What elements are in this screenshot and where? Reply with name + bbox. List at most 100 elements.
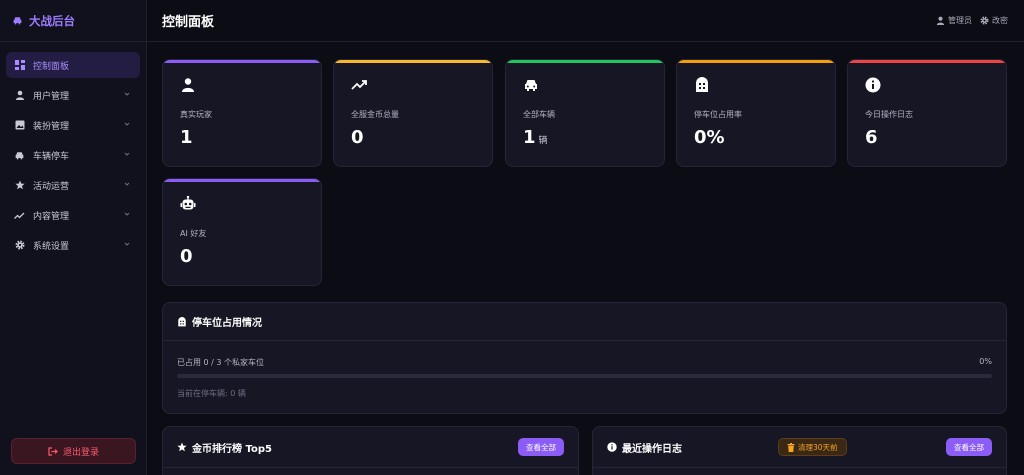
stat-number: 1 — [180, 127, 193, 148]
stat-card-parking: 停车位占用率 0% — [676, 59, 836, 167]
stat-number: 0 — [180, 246, 193, 267]
stat-number: 1 — [523, 127, 536, 148]
chevron-down-icon — [124, 182, 130, 186]
sidebar-item-events[interactable]: 活动运营 — [6, 172, 140, 198]
card-accent — [848, 60, 1006, 63]
user-icon — [182, 78, 194, 92]
chevron-down-icon — [124, 122, 130, 126]
stat-value: 6 — [865, 127, 878, 148]
logout-icon — [48, 446, 58, 456]
stat-value: 0% — [694, 127, 725, 148]
sidebar-item-settings[interactable]: 系统设置 — [6, 232, 140, 258]
page-title: 控制面板 — [162, 15, 215, 30]
chevron-down-icon — [124, 242, 130, 246]
sidebar-item-content[interactable]: 内容管理 — [6, 202, 140, 228]
change-password-label: 改密 — [992, 16, 1008, 25]
stat-label: 今日操作日志 — [865, 110, 913, 119]
gear-icon — [980, 16, 989, 25]
stat-value: 0 — [180, 246, 193, 267]
parking-progress-bar — [177, 374, 992, 378]
parking-panel: 停车位占用情况 已占用 0 / 3 个私家车位 0% 当前在停车辆: 0 辆 — [162, 302, 1007, 414]
info-icon — [607, 442, 617, 452]
brand-title: 大战后台 — [29, 13, 75, 28]
sidebar-item-users[interactable]: 用户管理 — [6, 82, 140, 108]
chevron-down-icon — [124, 152, 130, 156]
sidebar-item-label: 车辆停车 — [33, 151, 70, 162]
car-icon — [13, 17, 22, 25]
sidebar-item-vehicles[interactable]: 车辆停车 — [6, 142, 140, 168]
stat-label: 全部车辆 — [523, 110, 555, 119]
stat-value: 1 — [180, 127, 193, 148]
star-icon — [177, 442, 187, 452]
change-password-link[interactable]: 改密 — [980, 15, 1008, 26]
stat-card-vehicles: 全部车辆 1辆 — [505, 59, 665, 167]
logs-panel: 最近操作日志 清理30天前 查看全部 — [592, 426, 1007, 475]
card-accent — [334, 60, 492, 63]
stat-card-ai-friends: AI 好友 0 — [162, 178, 322, 286]
sidebar: 大战后台 控制面板 用户管理 装扮管理 车辆停车 活动运营 内容管理 系统设置 … — [0, 0, 147, 475]
stat-unit: 辆 — [538, 136, 548, 146]
stat-card-coins: 全服金币总量 0 — [333, 59, 493, 167]
sidebar-item-label: 用户管理 — [33, 91, 70, 102]
car-icon — [525, 80, 537, 91]
stat-value: 0 — [351, 127, 364, 148]
logs-title: 最近操作日志 — [622, 443, 682, 455]
stat-number: 6 — [865, 127, 878, 148]
parking-icon — [696, 77, 708, 92]
parking-icon — [178, 316, 186, 326]
sidebar-item-dashboard[interactable]: 控制面板 — [6, 52, 140, 78]
sidebar-nav: 控制面板 用户管理 装扮管理 车辆停车 活动运营 内容管理 系统设置 — [0, 42, 146, 258]
robot-icon — [180, 196, 196, 210]
parking-occupied-text: 已占用 0 / 3 个私家车位 — [177, 358, 265, 367]
user-menu: 管理员 改密 — [936, 15, 1008, 26]
sidebar-item-label: 控制面板 — [33, 61, 70, 72]
chevron-down-icon — [124, 212, 130, 216]
parking-panel-title: 停车位占用情况 — [192, 318, 262, 329]
main-content: 控制面板 管理员 改密 真实玩家 1 全服金币总量 0 全部车辆 1辆 停车位占… — [147, 0, 1024, 475]
logout-button[interactable]: 退出登录 — [11, 438, 136, 464]
topbar: 控制面板 — [147, 0, 1024, 42]
trend-icon — [14, 210, 25, 221]
leaderboard-panel-header: 金币排行榜 Top5 — [163, 427, 578, 468]
logs-view-all-button[interactable]: 查看全部 — [946, 438, 992, 456]
gear-icon — [14, 240, 25, 251]
stat-number: 0% — [694, 127, 725, 148]
sidebar-item-label: 装扮管理 — [33, 121, 70, 132]
image-icon — [14, 120, 25, 131]
logout-label: 退出登录 — [62, 447, 99, 458]
clean-logs-button[interactable]: 清理30天前 — [778, 438, 847, 456]
stat-value: 1辆 — [523, 127, 548, 148]
leaderboard-view-all-button[interactable]: 查看全部 — [518, 438, 564, 456]
card-accent — [506, 60, 664, 63]
parking-panel-header: 停车位占用情况 — [163, 303, 1006, 341]
trash-icon — [787, 442, 795, 452]
card-accent — [163, 179, 321, 182]
brand[interactable]: 大战后台 — [0, 0, 146, 42]
card-accent — [163, 60, 321, 63]
leaderboard-panel: 金币排行榜 Top5 查看全部 — [162, 426, 579, 475]
stat-label: 全服金币总量 — [351, 110, 399, 119]
info-icon — [865, 77, 881, 93]
parking-percent: 0% — [979, 357, 992, 366]
user-icon — [936, 16, 945, 25]
stat-number: 0 — [351, 127, 364, 148]
parking-current-text: 当前在停车辆: 0 辆 — [177, 389, 246, 398]
stat-label: 真实玩家 — [180, 110, 212, 119]
sidebar-item-label: 系统设置 — [33, 241, 70, 252]
sidebar-item-label: 内容管理 — [33, 211, 70, 222]
trend-icon — [351, 80, 367, 90]
car-icon — [14, 150, 25, 161]
stat-card-players: 真实玩家 1 — [162, 59, 322, 167]
card-accent — [677, 60, 835, 63]
star-icon — [14, 180, 25, 191]
stat-label: AI 好友 — [180, 229, 207, 238]
leaderboard-title: 金币排行榜 Top5 — [192, 443, 272, 455]
stat-label: 停车位占用率 — [694, 110, 742, 119]
user-icon — [14, 90, 25, 101]
clean-logs-label: 清理30天前 — [798, 442, 838, 452]
sidebar-item-label: 活动运营 — [33, 181, 70, 192]
admin-link[interactable]: 管理员 — [936, 15, 972, 26]
sidebar-item-costumes[interactable]: 装扮管理 — [6, 112, 140, 138]
chevron-down-icon — [124, 92, 130, 96]
stat-card-logs: 今日操作日志 6 — [847, 59, 1007, 167]
